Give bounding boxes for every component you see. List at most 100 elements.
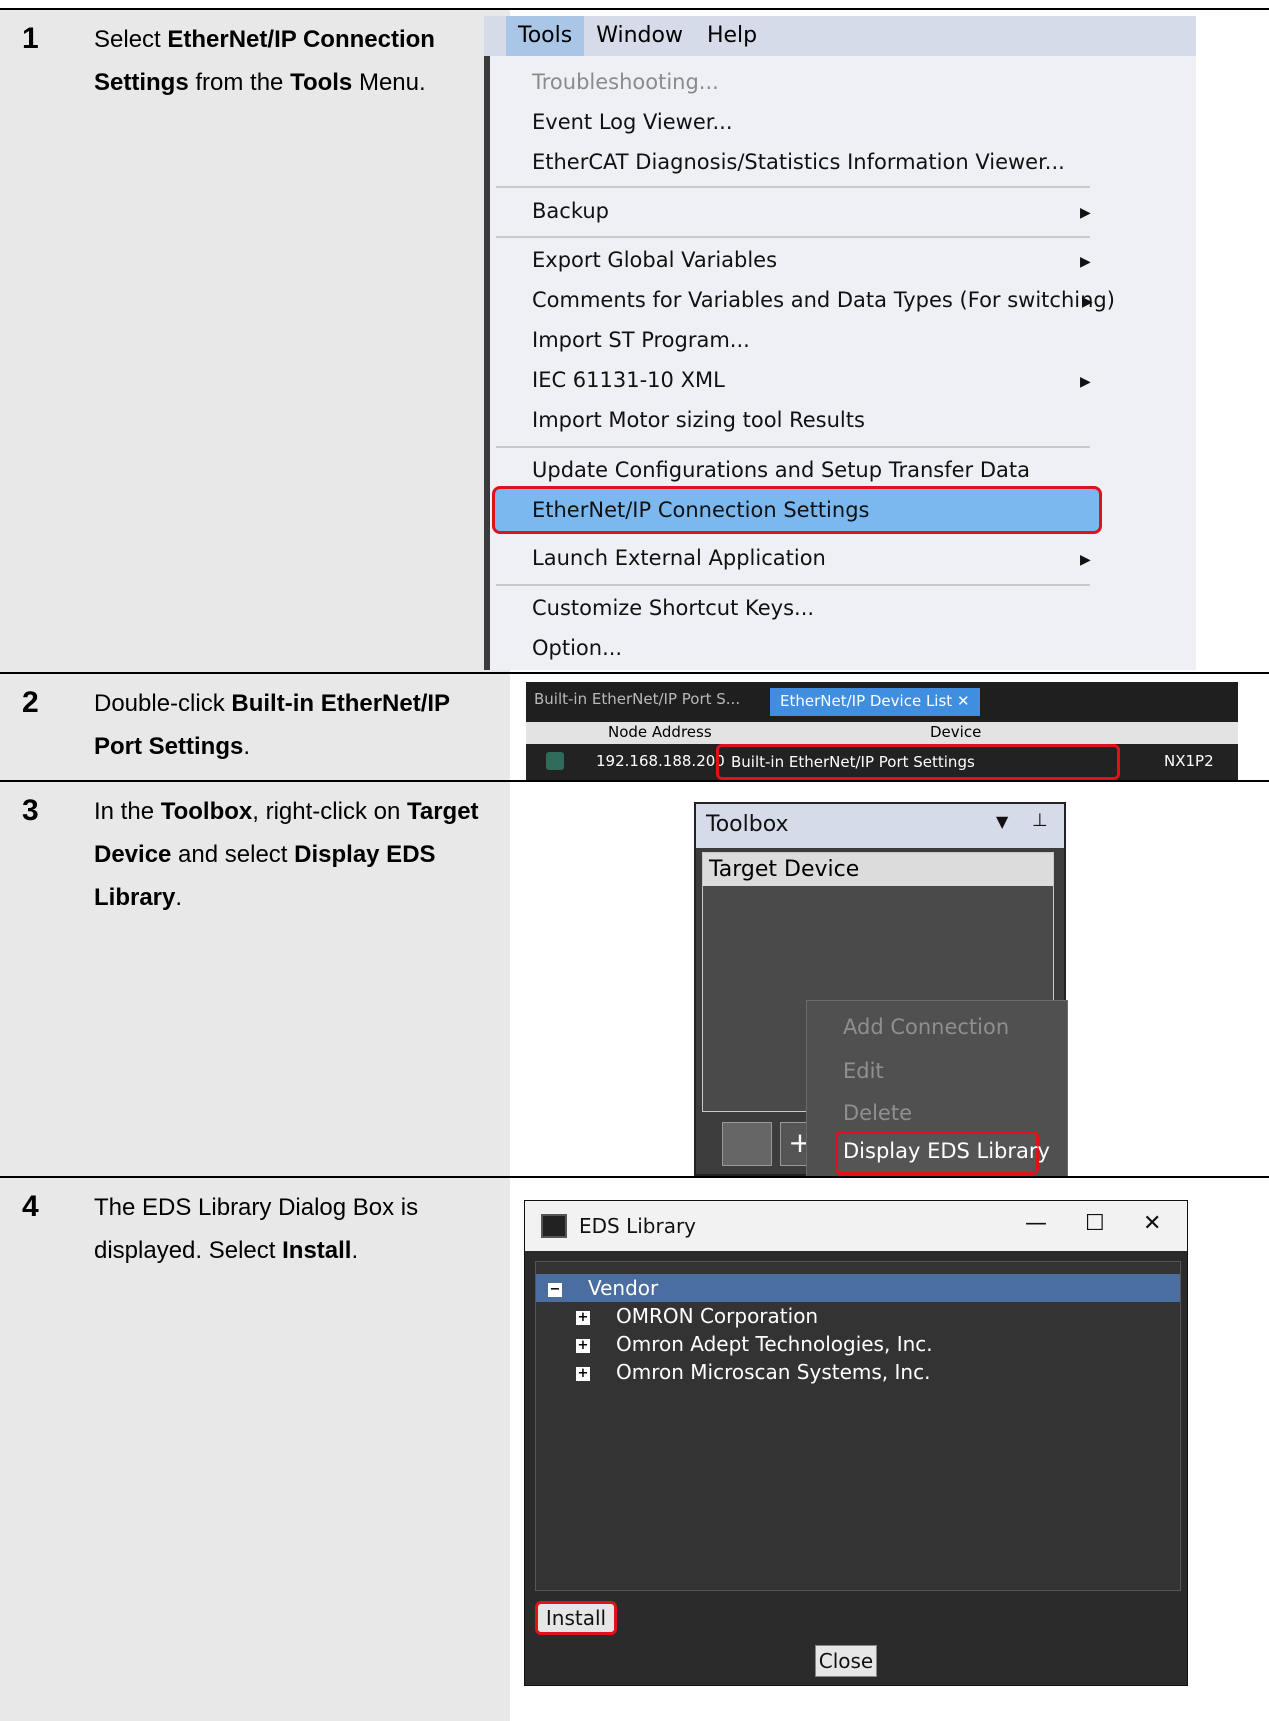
step-2-row: 2 Double-click Built-in EtherNet/IP Port… — [0, 672, 1269, 780]
close-button[interactable]: Close — [815, 1645, 877, 1677]
submenu-arrow-icon: ▶ — [1082, 294, 1093, 310]
menu-separator — [496, 584, 1090, 586]
ctx-item-add-connection[interactable]: Add Connection — [843, 1015, 1009, 1039]
submenu-arrow-icon: ▶ — [1080, 374, 1091, 390]
menu-item-import-st[interactable]: Import ST Program... — [532, 328, 750, 352]
ctx-item-delete[interactable]: Delete — [843, 1101, 912, 1125]
step-description: In the Toolbox, right-click on Target De… — [94, 790, 504, 919]
step-number-cell: 3 — [0, 782, 74, 1176]
menu-separator — [496, 446, 1090, 448]
tab-device-list-label: EtherNet/IP Device List — [780, 692, 953, 710]
step-number-cell: 1 — [0, 10, 74, 672]
text: . — [351, 1237, 359, 1264]
tree-node-vendor-item[interactable]: + OMRON Corporation — [576, 1304, 818, 1328]
menu-help[interactable]: Help — [695, 16, 769, 56]
app-icon — [541, 1214, 567, 1238]
step-description: Double-click Built-in EtherNet/IP Port S… — [94, 682, 504, 768]
text: , right-click on — [252, 798, 407, 825]
tree-node-vendor-item[interactable]: + Omron Microscan Systems, Inc. — [576, 1360, 930, 1384]
menu-item-update-config[interactable]: Update Configurations and Setup Transfer… — [532, 458, 1030, 482]
tree-node-vendor-item[interactable]: + Omron Adept Technologies, Inc. — [576, 1332, 933, 1356]
dialog-titlebar: EDS Library — ☐ ✕ — [525, 1201, 1187, 1251]
table-row[interactable]: 192.168.188.200 Built-in EtherNet/IP Por… — [526, 744, 1238, 780]
node-address-cell: 192.168.188.200 — [596, 752, 725, 770]
eds-library-dialog: EDS Library — ☐ ✕ − Vendor + OMRON Corpora… — [524, 1200, 1188, 1686]
menu-item-troubleshooting[interactable]: Troubleshooting... — [532, 70, 719, 94]
toolbox-title: Toolbox — [706, 812, 789, 837]
step-number: 2 — [22, 686, 39, 719]
menu-item-backup[interactable]: Backup — [532, 199, 609, 223]
text: Select — [94, 26, 168, 53]
menu-item-motor-sizing[interactable]: Import Motor sizing tool Results — [532, 408, 865, 432]
submenu-arrow-icon: ▶ — [1080, 254, 1091, 270]
tree-node-label: Omron Microscan Systems, Inc. — [616, 1360, 931, 1384]
text: Menu. — [352, 69, 426, 96]
expand-icon[interactable]: + — [576, 1310, 590, 1325]
tree-node-vendor-label: Vendor — [588, 1276, 659, 1300]
col-node-address: Node Address — [608, 723, 712, 741]
tab-port-settings[interactable]: Built-in EtherNet/IP Port S... — [534, 690, 740, 708]
model-cell: NX1P2 — [1164, 752, 1214, 770]
toolbox-panel: Toolbox ▼ ⊥ Target Device + Add Connecti… — [694, 802, 1068, 1178]
ctx-item-display-eds-library[interactable]: Display EDS Library — [843, 1139, 1050, 1163]
target-device-item[interactable]: Target Device — [703, 853, 1053, 886]
context-menu: Add Connection Edit Delete Display EDS L… — [806, 1000, 1068, 1178]
tree-node-label: Omron Adept Technologies, Inc. — [616, 1332, 933, 1356]
folder-button[interactable] — [722, 1122, 772, 1166]
step-1-row: 1 Select EtherNet/IP Connection Settings… — [0, 8, 1269, 672]
expand-icon[interactable]: + — [576, 1366, 590, 1381]
tree-node-vendor[interactable]: − Vendor — [548, 1276, 658, 1300]
tools-dropdown: Troubleshooting... Event Log Viewer... E… — [484, 56, 1196, 670]
menu-item-launch-external[interactable]: Launch External Application — [532, 546, 826, 570]
vendor-tree: − Vendor + OMRON Corporation + Omron Adept … — [535, 1261, 1181, 1591]
eds-library-screenshot: EDS Library — ☐ ✕ − Vendor + OMRON Corpora… — [524, 1200, 1188, 1686]
step-number-cell: 2 — [0, 674, 74, 780]
tools-menu-screenshot: Tools Window Help Troubleshooting... Eve… — [484, 16, 1196, 670]
tree-node-label: OMRON Corporation — [616, 1304, 819, 1328]
menu-item-option[interactable]: Option... — [532, 636, 622, 660]
step-description: The EDS Library Dialog Box is displayed.… — [94, 1186, 504, 1272]
bold-text: Install — [282, 1237, 352, 1264]
toolbox-header: Toolbox ▼ ⊥ — [696, 804, 1064, 848]
close-icon[interactable]: ✕ — [1143, 1211, 1161, 1236]
device-cell[interactable]: Built-in EtherNet/IP Port Settings — [716, 744, 1120, 780]
menu-item-customize-shortcut[interactable]: Customize Shortcut Keys... — [532, 596, 814, 620]
step-3-row: 3 In the Toolbox, right-click on Target … — [0, 780, 1269, 1178]
menu-item-export-global-variables[interactable]: Export Global Variables — [532, 248, 777, 272]
bold-text: Toolbox — [160, 798, 253, 825]
device-icon — [546, 752, 564, 770]
text: . — [175, 884, 183, 911]
step-4-row: 4 The EDS Library Dialog Box is displaye… — [0, 1176, 1269, 1721]
text: The EDS Library Dialog Box is displayed.… — [94, 1194, 419, 1264]
menu-item-ethercat[interactable]: EtherCAT Diagnosis/Statistics Informatio… — [532, 150, 1065, 174]
menu-item-iec-xml[interactable]: IEC 61131-10 XML — [532, 368, 725, 392]
collapse-icon[interactable]: − — [548, 1282, 562, 1297]
text: Double-click — [94, 690, 232, 717]
menu-window[interactable]: Window — [584, 16, 695, 56]
dropdown-icon[interactable]: ▼ — [996, 812, 1008, 831]
minimize-icon[interactable]: — — [1025, 1211, 1047, 1236]
bold-text: Tools — [290, 69, 353, 96]
table-header: Node Address Device — [526, 722, 1238, 744]
text: and select — [171, 841, 295, 868]
text: In the — [94, 798, 161, 825]
install-button[interactable]: Install — [535, 1601, 617, 1635]
ctx-item-edit[interactable]: Edit — [843, 1059, 884, 1083]
step-description-cell: Double-click Built-in EtherNet/IP Port S… — [74, 674, 510, 780]
menu-tools[interactable]: Tools — [506, 16, 585, 56]
step-number: 4 — [22, 1190, 39, 1223]
toolbox-screenshot: Toolbox ▼ ⊥ Target Device + Add Connecti… — [694, 802, 1068, 1178]
expand-icon[interactable]: + — [576, 1338, 590, 1353]
menu-item-eip-connection-settings[interactable]: EtherNet/IP Connection Settings — [532, 498, 869, 522]
step-number: 1 — [22, 22, 39, 55]
pin-icon[interactable]: ⊥ — [1032, 810, 1048, 831]
menu-item-comments[interactable]: Comments for Variables and Data Types (F… — [532, 288, 1115, 312]
close-icon[interactable]: ✕ — [957, 692, 970, 710]
submenu-arrow-icon: ▶ — [1080, 205, 1091, 221]
tab-device-list[interactable]: EtherNet/IP Device List ✕ — [770, 688, 980, 716]
maximize-icon[interactable]: ☐ — [1085, 1211, 1105, 1236]
step-description-cell: The EDS Library Dialog Box is displayed.… — [74, 1178, 510, 1721]
menu-item-event-log[interactable]: Event Log Viewer... — [532, 110, 733, 134]
menu-bar: Tools Window Help — [484, 16, 1196, 56]
step-description-cell: In the Toolbox, right-click on Target De… — [74, 782, 510, 1176]
